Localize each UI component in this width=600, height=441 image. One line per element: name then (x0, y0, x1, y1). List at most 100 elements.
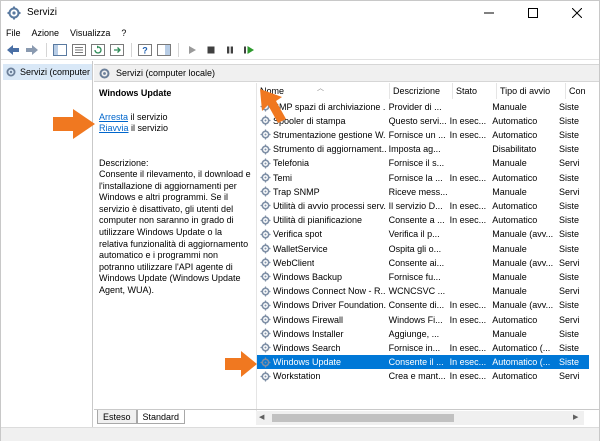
export-button[interactable] (109, 42, 125, 58)
cell-description: Imposta ag... (388, 144, 441, 155)
cell-status: In esec... (449, 172, 487, 183)
column-header-logon[interactable]: Con (566, 83, 599, 99)
cell-logon: Siste (559, 342, 580, 353)
maximize-button[interactable] (511, 1, 555, 25)
cell-startup-type: Manuale (492, 158, 527, 169)
cell-startup-type: Disabilitato (492, 144, 537, 155)
stop-service-link[interactable]: Arresta (99, 112, 128, 122)
cell-description: Fornisce il s... (388, 158, 445, 169)
table-row[interactable]: Windows Update Consente il ... In esec... A… (257, 355, 589, 370)
cell-description: Consente a ... (388, 215, 445, 226)
table-row[interactable]: Strumentazione gestione W... Fornisce un … (257, 128, 589, 142)
cell-logon: Siste (559, 129, 580, 140)
table-row[interactable]: Windows Connect Now - R... WCNCSVC ... Man… (257, 284, 589, 298)
annotation-arrow-icon (225, 351, 257, 377)
table-row[interactable]: Workstation Crea e mant... In esec... Autom… (257, 369, 589, 383)
cell-logon: Siste (559, 271, 580, 282)
refresh-button[interactable] (90, 42, 106, 58)
services-window: Servizi File Azione Visualizza ? ? Servi… (0, 0, 600, 441)
menu-help[interactable]: ? (121, 28, 126, 38)
service-name: Windows Installer (273, 328, 344, 339)
table-row[interactable]: Strumento di aggiornament... Imposta ag..… (257, 142, 589, 156)
cell-description: Fornisce la ... (388, 172, 443, 183)
title-bar: Servizi (1, 1, 599, 25)
table-row[interactable]: Telefonia Fornisce il s... Manuale Servi (257, 156, 589, 170)
table-row[interactable]: Windows Search Fornisce in... In esec... Au… (257, 341, 589, 355)
cell-description: Consente di... (388, 300, 445, 311)
cell-description: Windows Fi... (388, 314, 443, 325)
cell-status (447, 284, 490, 298)
service-name: Strumentazione gestione W... (273, 129, 386, 140)
cell-logon: Siste (559, 357, 580, 368)
pause-service-button[interactable] (222, 42, 238, 58)
help-icon: ? (138, 44, 152, 56)
start-service-button[interactable] (184, 42, 200, 58)
service-name: Windows Firewall (273, 314, 344, 325)
table-row[interactable]: SMP spazi di archiviazione ... Provider d… (257, 100, 589, 114)
cell-startup-type: Automatico (492, 172, 538, 183)
description-label: Descrizione: (99, 158, 149, 168)
table-row[interactable]: WebClient Consente ai... Manuale (avv... Se… (257, 256, 589, 270)
cell-name: Utilità di pianificazione (257, 213, 386, 227)
table-row[interactable]: Verifica spot Verifica il p... Manuale (av… (257, 227, 589, 241)
table-row[interactable]: Windows Backup Fornisce fu... Manuale Siste (257, 270, 589, 284)
service-gear-icon (260, 357, 271, 368)
table-row[interactable]: Utilità di pianificazione Consente a ... I… (257, 213, 589, 227)
stop-action: Arresta il servizio (99, 112, 168, 122)
table-row[interactable]: Windows Driver Foundation... Consente di.… (257, 298, 589, 312)
cell-status (447, 185, 490, 199)
selected-service-name: Windows Update (99, 88, 172, 98)
column-header-description[interactable]: Descrizione (390, 83, 453, 99)
cell-status (447, 242, 490, 256)
cell-name: Workstation (257, 369, 386, 383)
service-gear-icon (260, 342, 271, 353)
show-hide-pane-button[interactable] (156, 42, 172, 58)
stop-service-button[interactable] (203, 42, 219, 58)
console-tree-button[interactable] (52, 42, 68, 58)
cell-startup-type: Manuale (avv... (492, 300, 554, 311)
service-gear-icon (260, 314, 271, 325)
help-button[interactable]: ? (137, 42, 153, 58)
forward-button[interactable] (24, 42, 40, 58)
table-row[interactable]: Utilità di avvio processi serv... Il serv… (257, 199, 589, 213)
menu-visualizza[interactable]: Visualizza (70, 28, 110, 38)
tree-node-services-local[interactable]: Servizi (computer (3, 64, 92, 80)
cell-status (447, 142, 490, 156)
cell-startup-type: Manuale (avv... (492, 229, 554, 240)
cell-name: Windows Firewall (257, 313, 386, 327)
table-row[interactable]: Windows Installer Aggiunge, ... Manuale Sis… (257, 327, 589, 341)
service-name: SMP spazi di archiviazione ... (273, 101, 386, 112)
column-header-status[interactable]: Stato (453, 83, 497, 99)
menu-azione[interactable]: Azione (32, 28, 60, 38)
menu-file[interactable]: File (6, 28, 21, 38)
table-row[interactable]: Trap SNMP Riceve mess... Manuale Servi (257, 185, 589, 199)
minimize-button[interactable] (467, 1, 511, 25)
cell-status: In esec... (449, 300, 487, 311)
table-row[interactable]: Temi Fornisce la ... In esec... Automatico S… (257, 171, 589, 185)
back-button[interactable] (5, 42, 21, 58)
minimize-icon (484, 12, 494, 14)
service-name: WebClient (273, 257, 315, 268)
cell-startup-type: Manuale (492, 328, 527, 339)
restart-service-link[interactable]: Riavvia (99, 123, 129, 133)
tab-esteso[interactable]: Esteso (97, 410, 137, 424)
services-gear-icon (6, 67, 16, 77)
restart-service-button[interactable] (241, 42, 257, 58)
service-name: Utilità di avvio processi serv... (273, 200, 386, 211)
restart-icon (244, 46, 254, 54)
service-name: Utilità di pianificazione (273, 215, 363, 226)
service-name: Windows Search (273, 342, 341, 353)
back-arrow-icon (7, 45, 19, 55)
restart-suffix: il servizio (128, 123, 169, 133)
cell-status: In esec... (449, 357, 487, 368)
properties-button[interactable] (71, 42, 87, 58)
table-row[interactable]: WalletService Ospita gli o... Manuale Siste (257, 242, 589, 256)
stop-suffix: il servizio (128, 112, 168, 122)
close-button[interactable] (555, 1, 599, 25)
cell-description: Aggiunge, ... (388, 328, 440, 339)
table-row[interactable]: Windows Firewall Windows Fi... In esec... A… (257, 313, 589, 327)
table-row[interactable]: Spooler di stampa Questo servi... In esec.… (257, 114, 589, 128)
column-header-startup-type[interactable]: Tipo di avvio (497, 83, 566, 99)
tab-standard[interactable]: Standard (136, 410, 186, 424)
cell-status: In esec... (449, 215, 487, 226)
